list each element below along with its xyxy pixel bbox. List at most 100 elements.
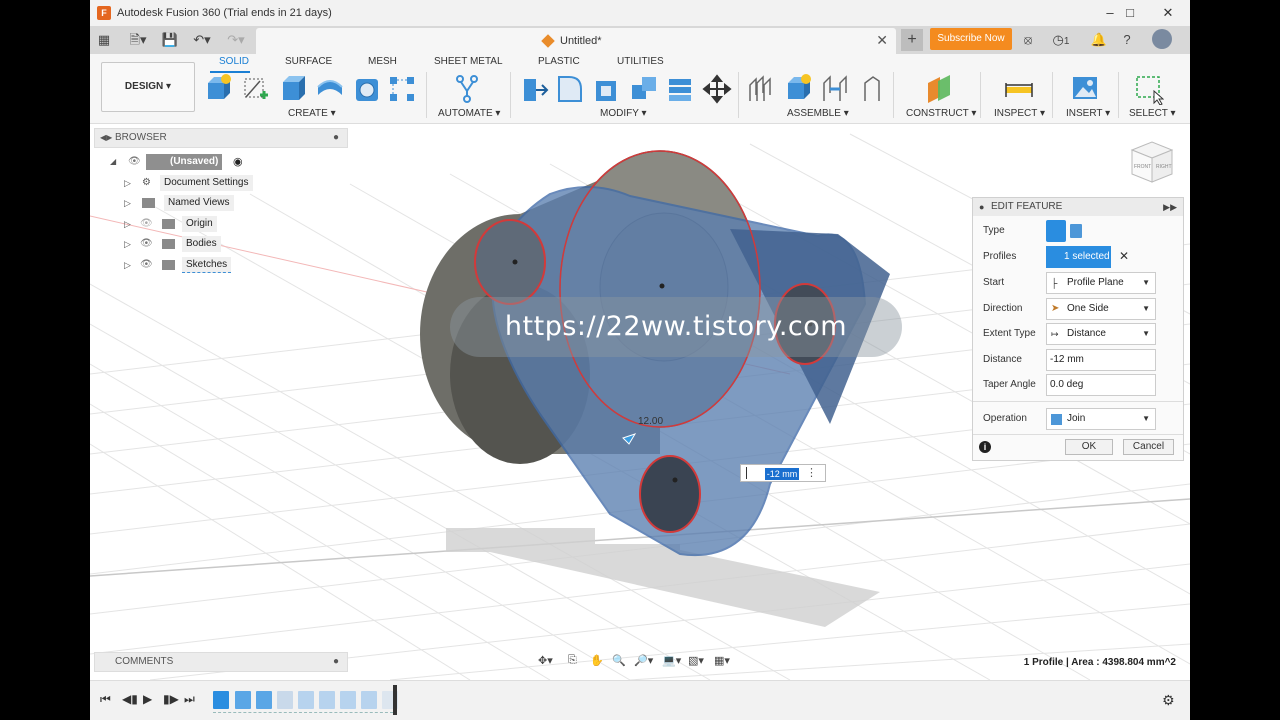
collapse-panel-icon[interactable]: ● (979, 198, 984, 216)
expand-arrow-icon[interactable]: ▷ (124, 256, 131, 274)
ok-button[interactable]: OK (1065, 439, 1113, 455)
pattern-icon[interactable] (387, 73, 417, 105)
file-menu-icon[interactable]: 🗎▾ (124, 30, 152, 50)
offset-plane-icon[interactable] (924, 73, 954, 105)
new-tab-button[interactable]: + (901, 29, 923, 51)
timeline-next-icon[interactable]: ▮▶ (163, 692, 179, 706)
distance-dimension-input[interactable]: -12 mm ⋮ (740, 464, 826, 482)
taper-angle-field[interactable]: 0.0 deg (1046, 374, 1156, 396)
canvas-viewport[interactable]: 12.00 FRONT RIGHT ◀▶ BROWSER ● ◢ 👁 (Unsa… (90, 124, 1190, 680)
visibility-eye-icon[interactable]: 👁 (128, 153, 141, 171)
new-component-icon[interactable] (204, 73, 234, 105)
timeline-end-icon[interactable]: ⏭ (184, 692, 195, 707)
timeline-settings-gear-icon[interactable]: ⚙ (1162, 692, 1175, 709)
add-comment-icon[interactable]: ● (333, 653, 339, 671)
start-select[interactable]: ├ Profile Plane ▼ (1046, 272, 1156, 294)
browser-toggle-icon[interactable]: ● (333, 129, 339, 147)
timeline-play-icon[interactable]: ▶ (143, 692, 152, 706)
orbit-icon[interactable]: ✥▾ (538, 654, 553, 667)
joint-icon[interactable] (820, 73, 850, 105)
more-options-icon[interactable]: ⋮ (806, 466, 817, 479)
timeline-previous-icon[interactable]: ◀▮ (122, 692, 138, 706)
notifications-icon[interactable]: 🔔 (1089, 30, 1109, 50)
view-cube[interactable]: FRONT RIGHT (1130, 141, 1174, 183)
viewports-icon[interactable]: ▦▾ (714, 654, 730, 667)
move-copy-icon[interactable] (702, 73, 732, 105)
activate-radio-icon[interactable]: ◉ (233, 153, 243, 171)
timeline-feature-extrude[interactable] (319, 691, 335, 709)
browser-item-bodies[interactable]: ▷ 👁 Bodies (124, 235, 324, 253)
type-extrude-icon[interactable] (1046, 220, 1066, 242)
direction-select[interactable]: ➤ One Side ▼ (1046, 298, 1156, 320)
collapse-browser-icon[interactable]: ◀▶ (100, 129, 112, 147)
visibility-eye-icon[interactable]: 👁 (140, 235, 153, 253)
timeline-marker[interactable] (393, 685, 397, 715)
look-at-icon[interactable]: ⎘ (568, 654, 577, 667)
revolve-icon[interactable] (315, 73, 345, 105)
offset-face-icon[interactable] (665, 73, 695, 105)
press-pull-icon[interactable] (520, 73, 550, 105)
hidden-eye-icon[interactable]: 👁 (140, 215, 153, 233)
browser-item-named-views[interactable]: ▷ Named Views (124, 194, 324, 212)
browser-panel-header[interactable]: ◀▶ BROWSER ● (94, 128, 348, 148)
info-icon[interactable]: i (979, 441, 991, 453)
expand-arrow-icon[interactable]: ▷ (124, 235, 131, 253)
timeline-start-icon[interactable]: ⏮ (100, 692, 111, 707)
visibility-eye-icon[interactable]: 👁 (140, 256, 153, 274)
combine-icon[interactable] (629, 73, 659, 105)
distance-field[interactable]: -12 mm (1046, 349, 1156, 371)
fit-icon[interactable]: 🔎▾ (634, 654, 653, 667)
tab-utilities[interactable]: UTILITIES (617, 56, 664, 67)
cancel-button[interactable]: Cancel (1123, 439, 1174, 455)
operation-select[interactable]: Join ▼ (1046, 408, 1156, 430)
maximize-button[interactable]: □ (1110, 0, 1150, 26)
measure-icon[interactable] (1004, 73, 1034, 105)
save-icon[interactable]: 💾 (160, 30, 180, 50)
undo-icon[interactable]: ↶▾ (188, 30, 216, 50)
tab-mesh[interactable]: MESH (368, 56, 397, 67)
edit-feature-header[interactable]: ● EDIT FEATURE ▶▶ (973, 198, 1183, 216)
data-panel-grid-icon[interactable]: ▦ (94, 30, 114, 50)
timeline-feature-sketch[interactable] (213, 691, 229, 709)
profiles-selection-button[interactable]: 1 selected (1046, 246, 1111, 268)
new-component-assemble-icon[interactable] (747, 73, 777, 105)
tab-document[interactable]: Untitled* ✕ (256, 28, 896, 54)
modify-menu[interactable]: MODIFY ▾ (600, 108, 647, 119)
tab-plastic[interactable]: PLASTIC (538, 56, 580, 67)
expand-arrow-icon[interactable]: ▷ (124, 174, 131, 192)
shell-icon[interactable] (592, 73, 622, 105)
pan-icon[interactable]: ✋ (590, 654, 604, 667)
user-avatar[interactable] (1152, 29, 1172, 49)
clear-selection-icon[interactable]: ✕ (1119, 249, 1129, 263)
assemble-menu[interactable]: ASSEMBLE ▾ (787, 108, 849, 119)
extent-type-select[interactable]: ↦ Distance ▼ (1046, 323, 1156, 345)
timeline-feature-extrude[interactable] (298, 691, 314, 709)
browser-item-origin[interactable]: ▷ 👁 Origin (124, 215, 324, 233)
tab-solid[interactable]: SOLID (219, 56, 249, 67)
insert-menu[interactable]: INSERT ▾ (1066, 108, 1110, 119)
fillet-icon[interactable] (555, 73, 585, 105)
select-menu[interactable]: SELECT ▾ (1129, 108, 1176, 119)
extrude-icon[interactable] (278, 73, 308, 105)
inspect-menu[interactable]: INSPECT ▾ (994, 108, 1045, 119)
comments-panel-header[interactable]: COMMENTS ● (94, 652, 348, 672)
browser-root-item[interactable]: ◢ 👁 (Unsaved) ◉ (110, 153, 350, 171)
display-settings-icon[interactable]: 💻▾ (662, 654, 681, 667)
expand-arrow-icon[interactable]: ▷ (124, 194, 131, 212)
timeline-feature-sketch[interactable] (277, 691, 293, 709)
subscribe-button[interactable]: Subscribe Now (930, 28, 1012, 50)
tab-sheet-metal[interactable]: SHEET METAL (434, 56, 503, 67)
create-menu[interactable]: CREATE ▾ (288, 108, 336, 119)
automate-icon[interactable] (452, 73, 482, 105)
browser-item-document-settings[interactable]: ▷ ⚙ Document Settings (124, 174, 324, 192)
hole-icon[interactable] (352, 73, 382, 105)
design-workspace-button[interactable]: DESIGN ▾ (101, 62, 195, 112)
redo-icon[interactable]: ↷▾ (222, 30, 250, 50)
timeline-feature-extrude[interactable] (256, 691, 272, 709)
timeline-feature-extrude[interactable] (340, 691, 356, 709)
expand-panel-icon[interactable]: ▶▶ (1163, 198, 1177, 216)
job-status-icon[interactable]: ◷1 (1046, 30, 1076, 50)
expand-arrow-icon[interactable]: ▷ (124, 215, 131, 233)
create-sketch-icon[interactable] (240, 73, 270, 105)
close-tab-icon[interactable]: ✕ (876, 32, 888, 49)
